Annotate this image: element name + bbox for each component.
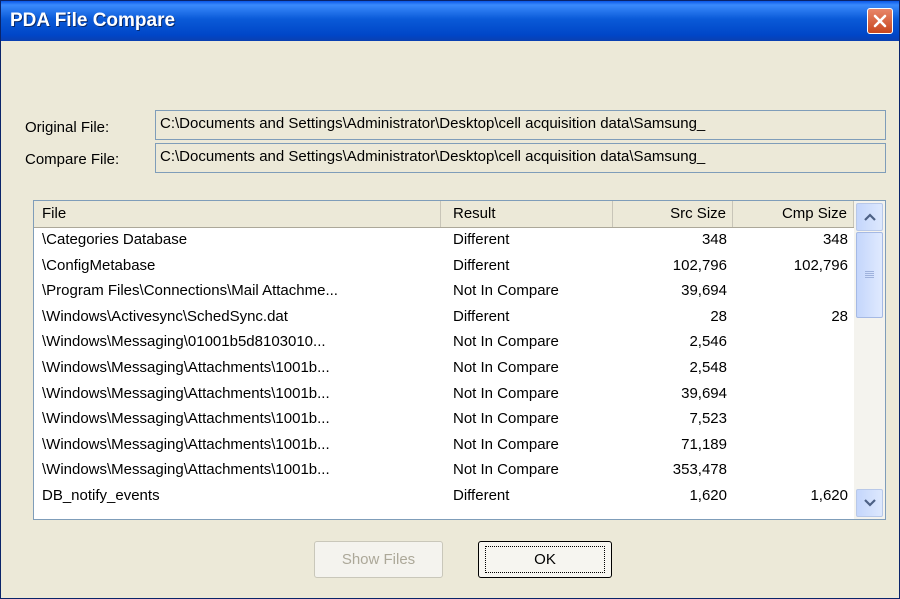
cell-src-size: 348 [701,231,727,248]
cell-result: Different [453,231,510,248]
cell-cmp-size: 348 [822,231,848,248]
ok-button[interactable]: OK [478,541,612,578]
cell-file: \Windows\Messaging\Attachments\1001b... [42,461,330,479]
list-header: File Result Src Size Cmp Size [34,201,854,228]
cell-file: \Program Files\Connections\Mail Attachme… [42,282,338,300]
table-row[interactable]: \Windows\Messaging\Attachments\1001b... N… [34,356,854,382]
grip-icon [865,271,874,279]
cell-file: \Categories Database [42,231,188,248]
scroll-thumb[interactable] [856,232,883,318]
cell-src-size: 2,546 [689,333,727,351]
original-file-label: Original File: [25,119,110,136]
cell-src-size: 39,694 [681,282,727,300]
show-files-button[interactable]: Show Files [314,541,443,578]
table-row[interactable]: \Windows\Messaging\01001b5d8103010... Not… [34,330,854,356]
table-row[interactable]: \Windows\Activesync\SchedSync.dat Differe… [34,305,854,331]
vertical-scrollbar[interactable] [854,201,885,519]
cell-cmp-size: 1,620 [810,486,848,504]
column-header-src-size[interactable]: Src Size [613,201,733,227]
cell-result: Not In Compare [453,461,559,479]
cell-src-size: 28 [710,307,727,325]
cell-src-size: 353,478 [672,461,727,479]
chevron-down-icon [863,499,876,507]
column-header-file[interactable]: File [34,201,441,227]
original-file-field[interactable]: C:\Documents and Settings\Administrator\… [155,110,886,140]
cell-result: Different [453,256,510,274]
table-row[interactable]: \Windows\Messaging\Attachments\1001b... N… [34,433,854,459]
cell-src-size: 39,694 [681,384,727,402]
table-row[interactable]: \Categories Database Different 348 348 [34,228,854,254]
cell-file: \Windows\Messaging\Attachments\1001b... [42,410,330,428]
cell-result: Not In Compare [453,282,559,300]
cell-src-size: 71,189 [681,435,727,453]
cell-file: \Windows\Messaging\Attachments\1001b... [42,358,330,376]
ok-button-label: OK [485,546,605,573]
list-rows: \Categories Database Different 348 348 \Conf… [34,228,854,510]
table-row[interactable]: \Windows\Messaging\Attachments\1001b... N… [34,458,854,484]
table-row[interactable]: DB_notify_events Different 1,620 1,620 [34,484,854,510]
cell-src-size: 102,796 [672,256,727,274]
cell-cmp-size: 102,796 [793,256,848,274]
cell-src-size: 7,523 [689,410,727,428]
table-row[interactable]: \Windows\Messaging\Attachments\1001b... N… [34,382,854,408]
results-list[interactable]: File Result Src Size Cmp Size \Categorie… [33,200,886,520]
column-header-cmp-size[interactable]: Cmp Size [733,201,854,227]
compare-file-field[interactable]: C:\Documents and Settings\Administrator\… [155,143,886,173]
close-icon [873,14,887,28]
cell-src-size: 1,620 [689,486,727,504]
window-title: PDA File Compare [10,10,176,31]
cell-result: Different [453,307,510,325]
cell-result: Not In Compare [453,384,559,402]
chevron-up-icon [863,213,876,221]
compare-file-label: Compare File: [25,151,120,168]
cell-result: Not In Compare [453,410,559,428]
table-row[interactable]: \ConfigMetabase Different 102,796 102,796 [34,254,854,280]
scroll-down-button[interactable] [856,489,883,517]
cell-file: \Windows\Activesync\SchedSync.dat [42,307,288,325]
cell-result: Different [453,486,510,504]
scroll-up-button[interactable] [856,203,883,231]
table-row[interactable]: \Windows\Messaging\Attachments\1001b... N… [34,407,854,433]
cell-file: \Windows\Messaging\Attachments\1001b... [42,384,330,402]
cell-file: \Windows\Messaging\Attachments\1001b... [42,435,330,453]
pda-file-compare-dialog: PDA File Compare Original File: C:\Docum… [0,0,900,599]
cell-file: \ConfigMetabase [42,256,156,274]
cell-result: Not In Compare [453,358,559,376]
cell-src-size: 2,548 [689,358,727,376]
column-header-result[interactable]: Result [441,201,613,227]
table-row[interactable]: \Program Files\Connections\Mail Attachme… [34,279,854,305]
cell-cmp-size: 28 [831,307,848,325]
cell-result: Not In Compare [453,333,559,351]
cell-file: DB_notify_events [42,486,160,504]
close-button[interactable] [867,8,893,34]
title-bar[interactable]: PDA File Compare [1,1,899,41]
cell-result: Not In Compare [453,435,559,453]
cell-file: \Windows\Messaging\01001b5d8103010... [42,333,326,351]
